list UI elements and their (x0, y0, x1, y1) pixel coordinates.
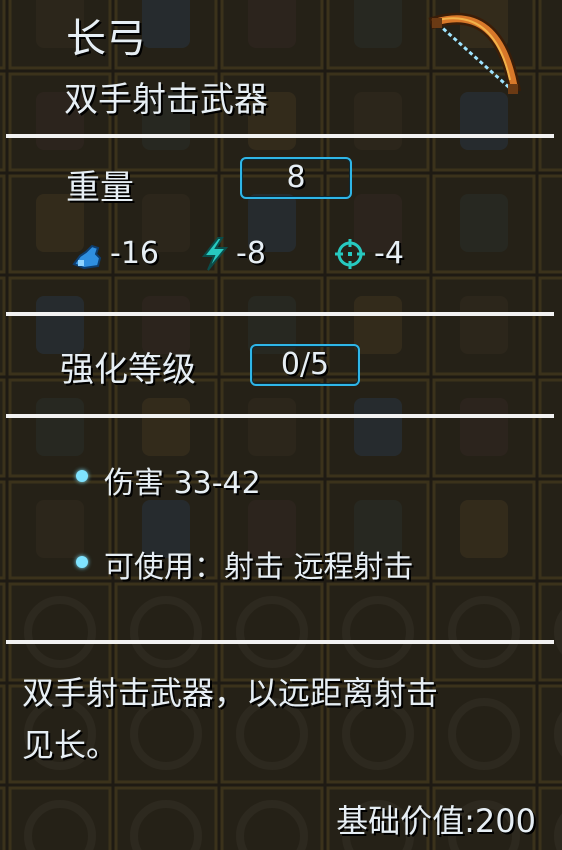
longbow-icon (428, 12, 522, 94)
upgrade-label: 强化等级 (60, 350, 196, 390)
divider-1 (6, 134, 554, 138)
stat-bullet (76, 556, 88, 568)
weight-label: 重量 (66, 168, 134, 208)
modifier-accuracy-value: -4 (374, 236, 404, 271)
stat-damage: 伤害 33-42 (104, 466, 261, 501)
modifier-strength-value: -16 (110, 236, 159, 271)
description-line-2: 见长。 (22, 726, 119, 764)
modifier-agility-value: -8 (236, 236, 266, 271)
item-category: 双手射击武器 (64, 80, 268, 120)
crosshair-icon (335, 239, 365, 269)
divider-4 (6, 640, 554, 644)
weight-value-box: 8 (240, 157, 352, 199)
divider-2 (6, 312, 554, 316)
base-value: 基础价值:200 (336, 802, 536, 840)
description-line-1: 双手射击武器，以远距离射击 (22, 674, 439, 712)
item-name: 长弓 (66, 16, 146, 62)
strength-arm-icon (72, 244, 102, 270)
lightning-bolt-icon (201, 237, 229, 271)
upgrade-value-box: 0/5 (250, 344, 360, 386)
divider-3 (6, 414, 554, 418)
stat-usable-skills: 可使用：射击 远程射击 (104, 550, 414, 585)
stat-bullet (76, 470, 88, 482)
